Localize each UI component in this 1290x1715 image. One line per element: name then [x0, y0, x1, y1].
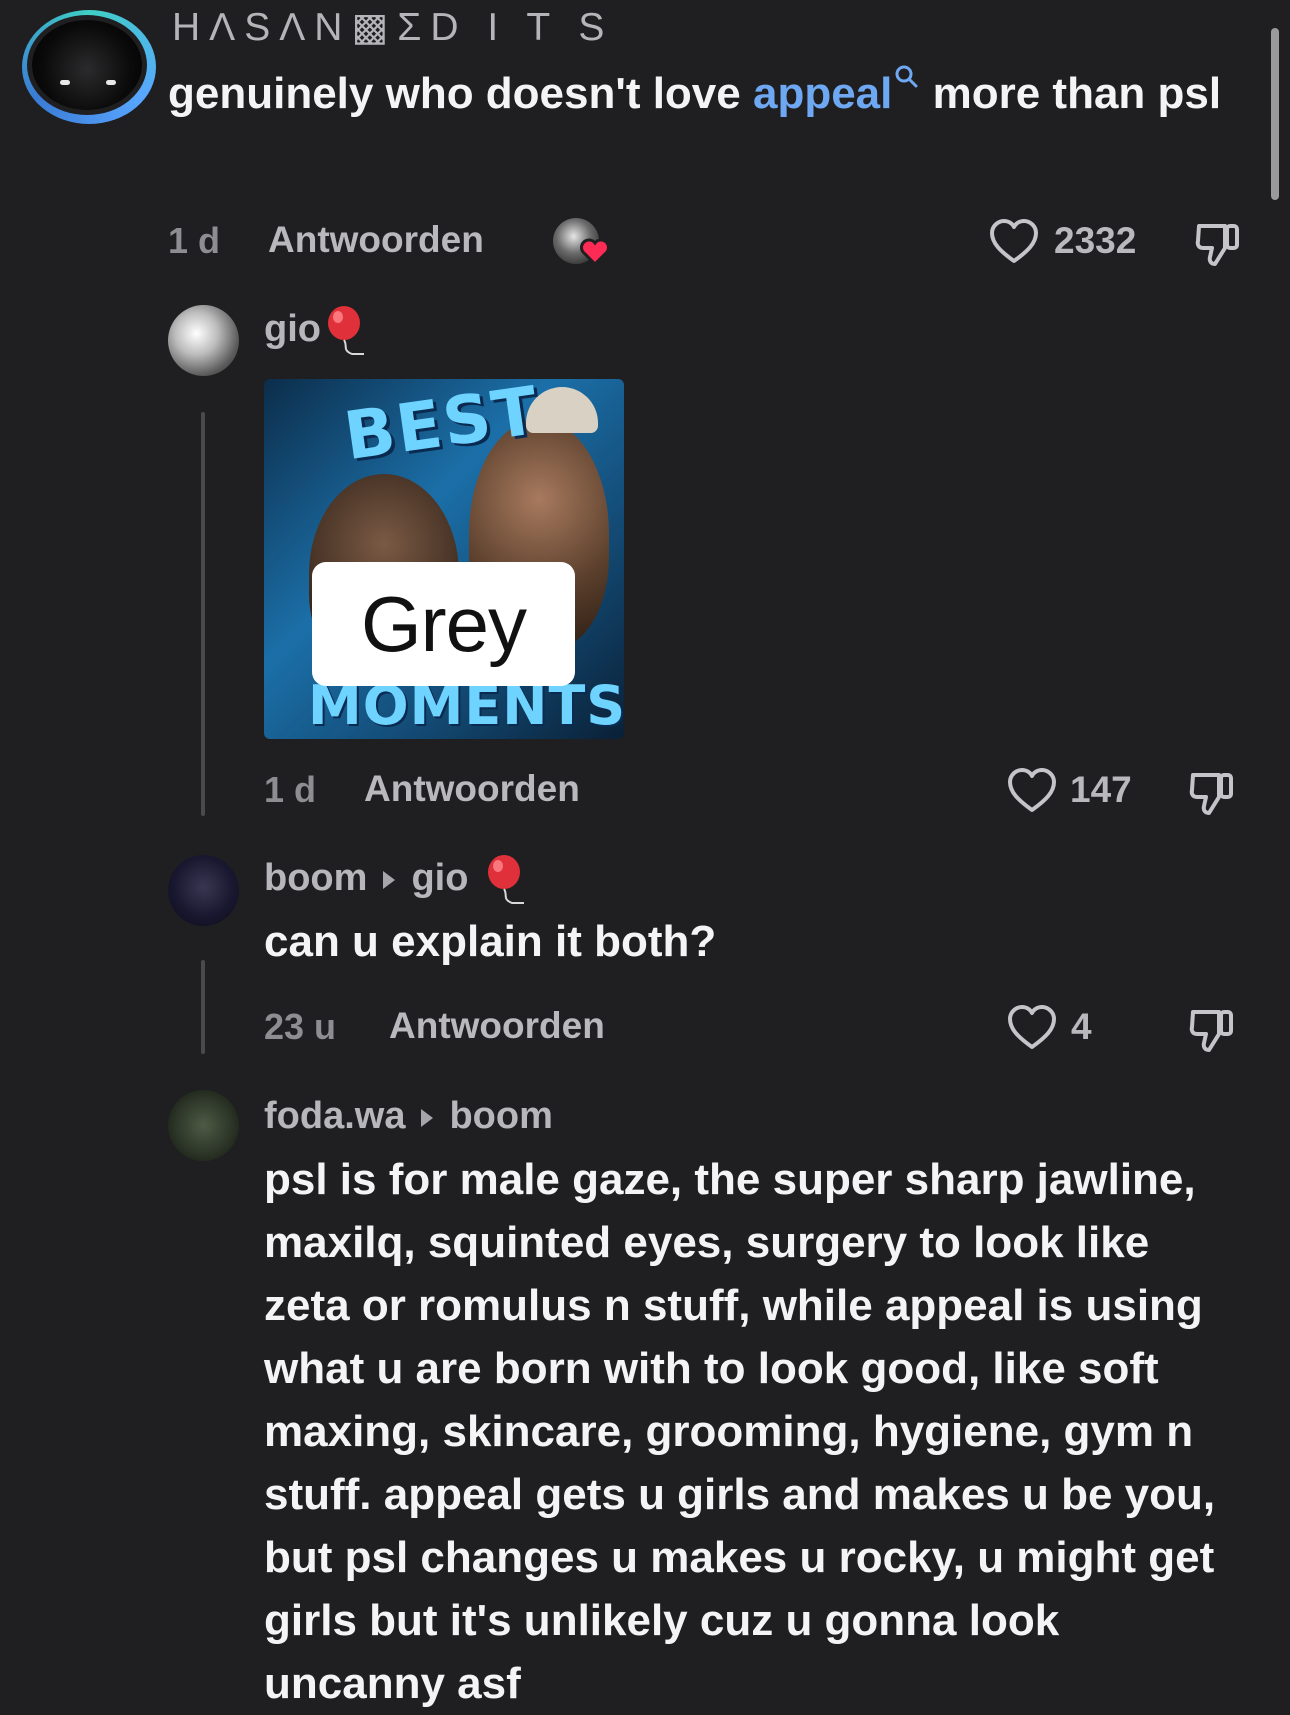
username-foda-wa[interactable]: foda.wa [264, 1095, 405, 1137]
text-line: but psl changes u makes u rocky, u might… [264, 1533, 1215, 1582]
username-boom[interactable]: boom [264, 857, 367, 899]
username-gio[interactable]: gio [264, 308, 321, 351]
thread-line [201, 960, 205, 1054]
balloon-emoji-icon [328, 306, 364, 355]
channel-name[interactable]: HΛSΛN▩ΣD I T S [172, 5, 613, 50]
like-count: 147 [1070, 769, 1132, 810]
reply-text-foda-wa: psl is for male gaze, the super sharp ja… [264, 1148, 1284, 1715]
comment-time: 1 d [168, 220, 221, 261]
like-count: 2332 [1054, 220, 1137, 261]
creator-heart-icon [580, 238, 610, 267]
like-count: 4 [1071, 1006, 1092, 1047]
reply-to-username[interactable]: boom [449, 1095, 552, 1137]
text-line: stuff. appeal gets u girls and makes u b… [264, 1470, 1216, 1519]
channel-avatar[interactable] [20, 8, 160, 126]
thumbnail-label: Grey [312, 562, 575, 686]
search-icon [895, 65, 918, 88]
gif-thumbnail[interactable]: BEST MOMENTS Grey [264, 379, 624, 739]
avatar-gio[interactable] [168, 305, 239, 376]
text-line: psl is for male gaze, the super sharp ja… [264, 1155, 1196, 1204]
text-line: girls but it's unlikely cuz u gonna look [264, 1596, 1060, 1645]
reply-header-boom: boom gio [264, 857, 468, 900]
main-comment-text: genuinely who doesn't love appeal more t… [168, 62, 1228, 125]
comment-time: 1 d [264, 769, 317, 810]
reply-text-boom: can u explain it both? [264, 917, 717, 966]
text-line: what u are born with to look good, like … [264, 1344, 1159, 1393]
thumbs-down-icon[interactable] [1187, 1004, 1237, 1054]
heart-outline-icon[interactable] [1006, 767, 1058, 815]
reply-to-username[interactable]: gio [411, 857, 468, 899]
reply-button[interactable]: Antwoorden [268, 219, 484, 261]
reply-button[interactable]: Antwoorden [389, 1005, 605, 1047]
reply-header-foda-wa: foda.wa boom [264, 1095, 553, 1138]
avatar-boom[interactable] [168, 855, 239, 926]
reply-arrow-icon [421, 1108, 434, 1127]
balloon-emoji-icon [488, 855, 524, 904]
text-line: uncanny asf [264, 1659, 521, 1708]
thread-line [201, 412, 205, 816]
reply-button[interactable]: Antwoorden [364, 768, 580, 810]
text-line: zeta or romulus n stuff, while appeal is… [264, 1281, 1203, 1330]
thumbs-down-icon[interactable] [1187, 767, 1237, 817]
text-line: maxilq, squinted eyes, surgery to look l… [264, 1218, 1150, 1267]
heart-outline-icon[interactable] [1006, 1004, 1058, 1052]
thumbs-down-icon[interactable] [1193, 218, 1243, 268]
avatar-foda-wa[interactable] [168, 1090, 239, 1161]
reply-arrow-icon [383, 870, 396, 889]
search-link[interactable]: appeal [753, 65, 920, 118]
heart-outline-icon[interactable] [988, 218, 1040, 266]
text-line: maxing, skincare, grooming, hygiene, gym… [264, 1407, 1194, 1456]
comment-time: 23 u [264, 1006, 337, 1047]
scrollbar-thumb[interactable] [1271, 28, 1279, 200]
